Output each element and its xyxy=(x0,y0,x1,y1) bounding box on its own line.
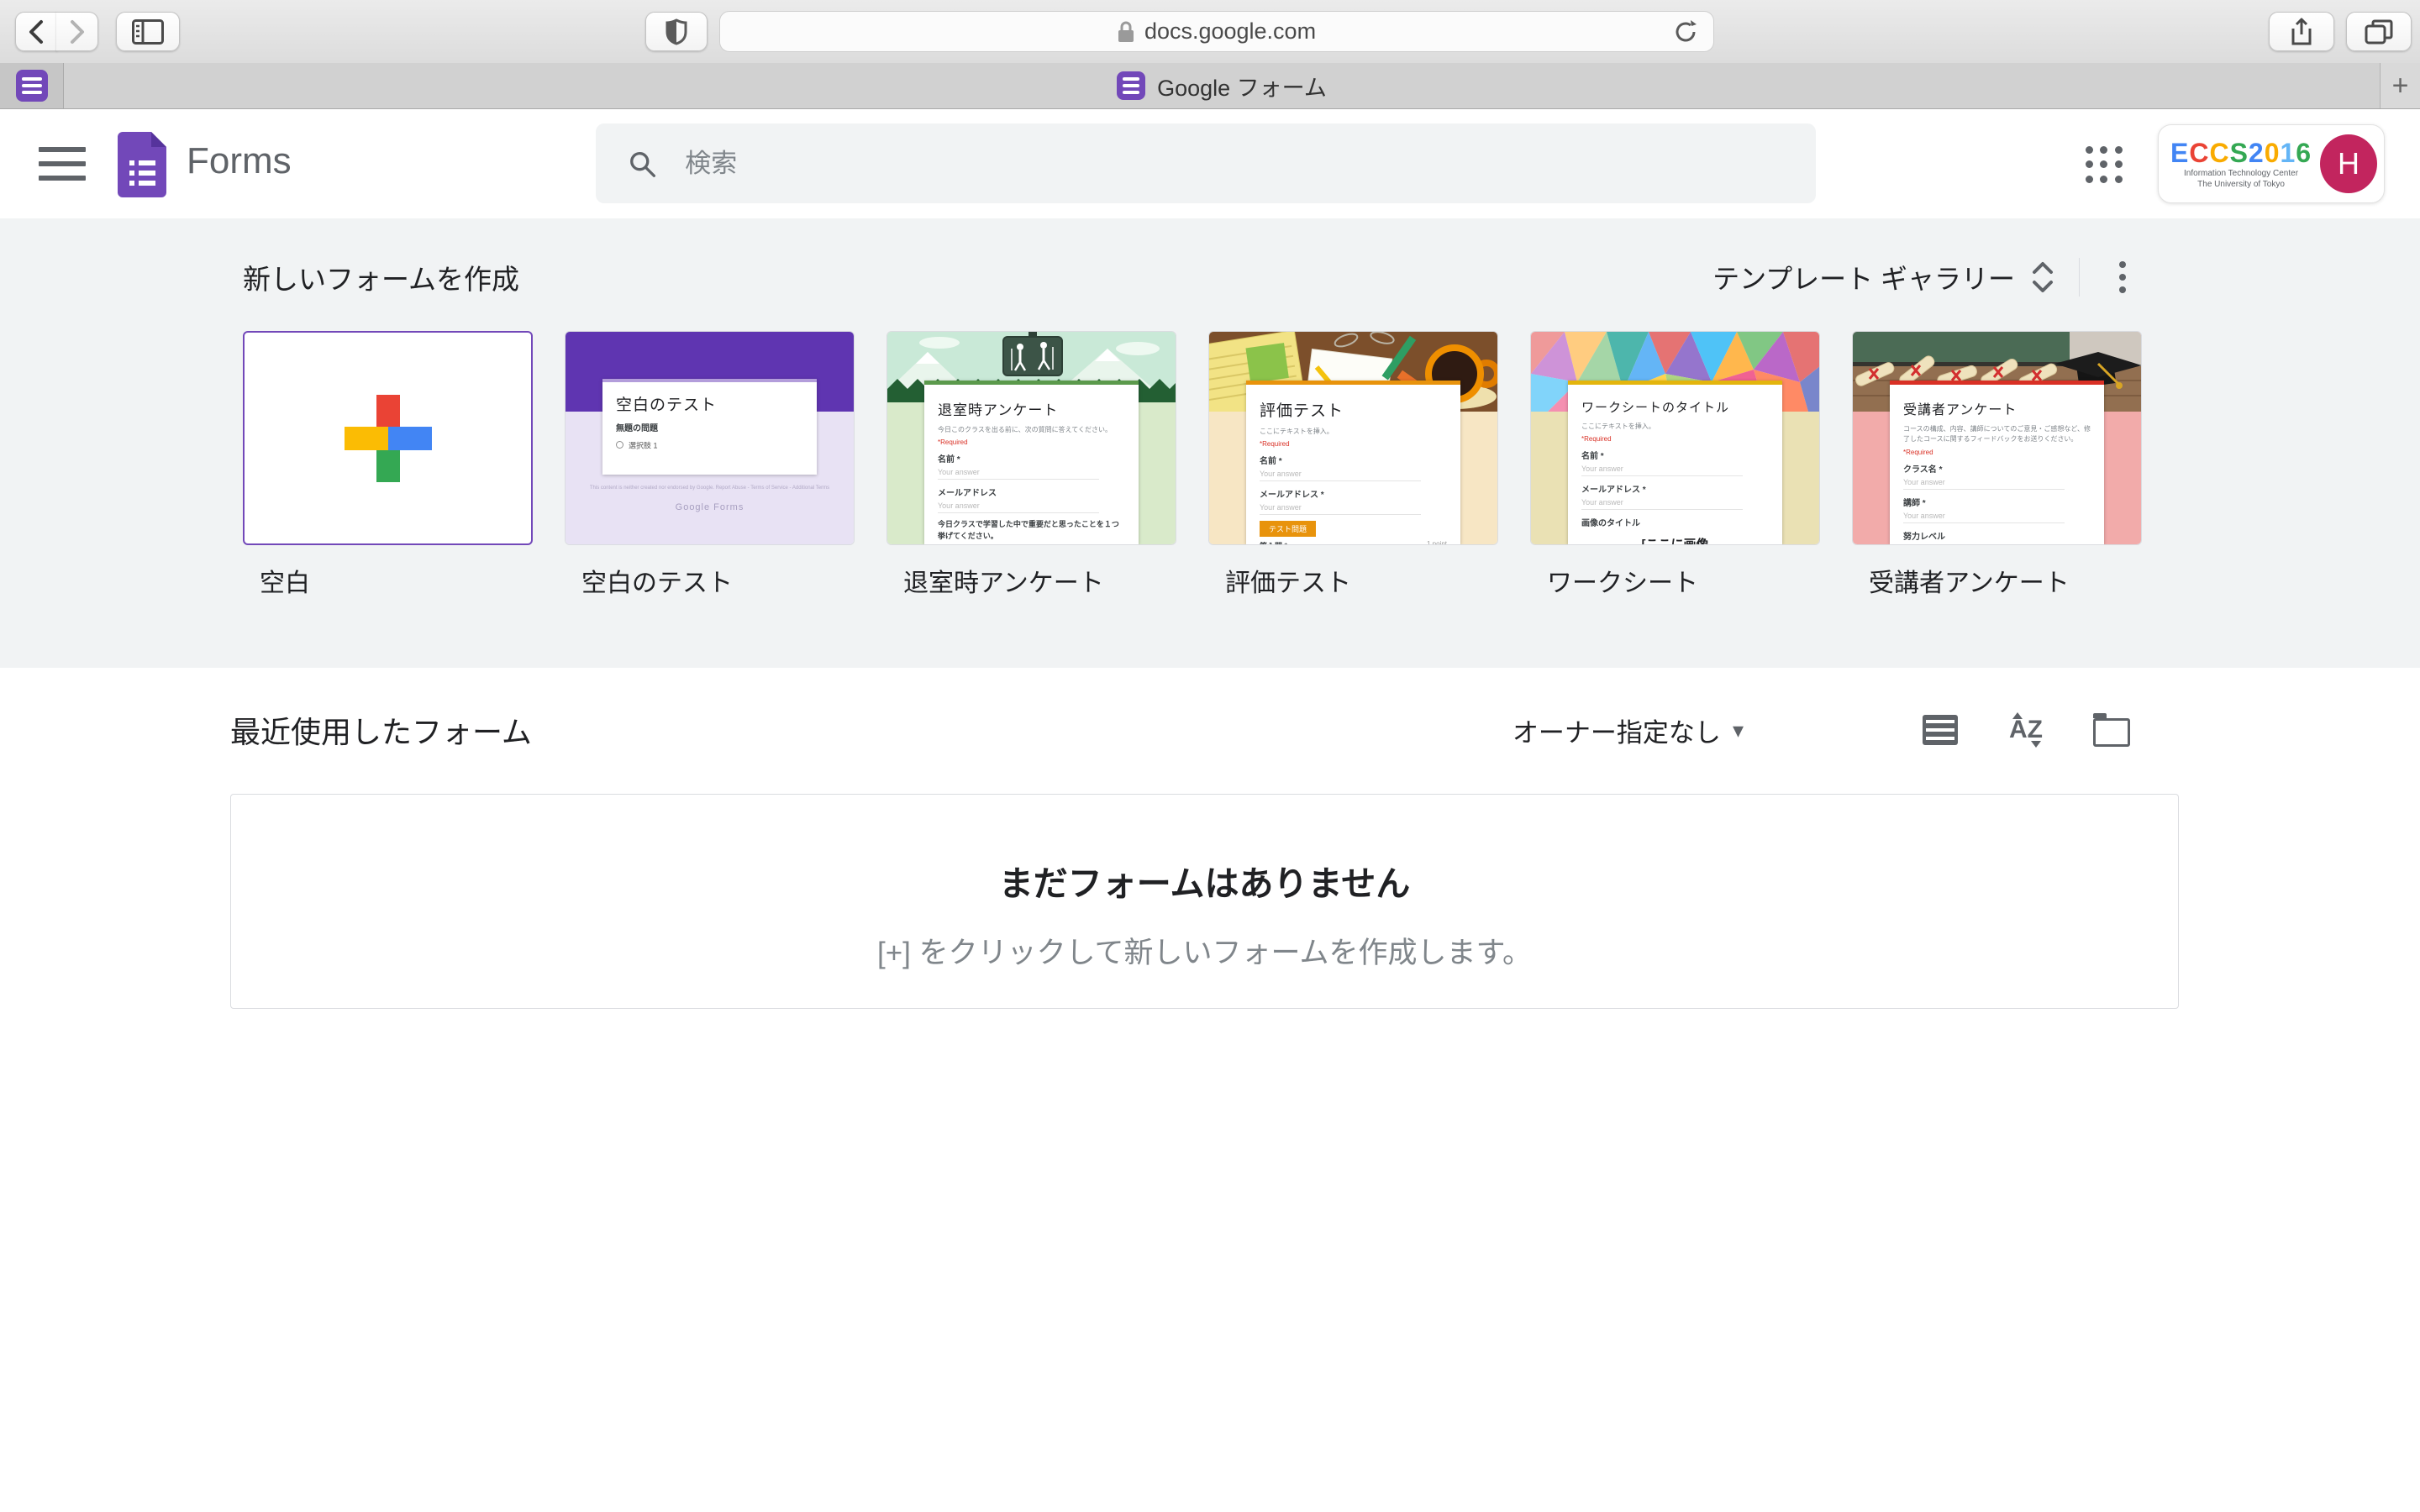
new-tab-button[interactable]: + xyxy=(2380,63,2420,108)
forms-header: Forms ECCS2016 Information Technology Ce… xyxy=(0,109,2420,218)
radio-icon xyxy=(616,441,623,449)
tab-overview-button[interactable] xyxy=(2346,12,2412,51)
list-view-button[interactable] xyxy=(1920,710,1960,750)
list-view-icon xyxy=(1923,715,1958,745)
main-menu-button[interactable] xyxy=(39,141,86,186)
eccs-subtitle-1: Information Technology Center xyxy=(2170,169,2312,180)
tab-title: Google フォーム xyxy=(1157,70,1327,102)
forms-logo-icon[interactable] xyxy=(118,132,166,197)
google-plus-icon xyxy=(345,395,432,482)
refresh-button[interactable] xyxy=(1673,19,1698,45)
forward-button[interactable] xyxy=(56,12,98,51)
search-icon xyxy=(628,149,656,179)
account-card[interactable]: ECCS2016 Information Technology Center T… xyxy=(2158,124,2385,203)
thumb-form-card: 退室時アンケート 今日このクラスを出る前に、次の質問に答えてください。 *Req… xyxy=(924,381,1139,544)
divider xyxy=(2079,258,2080,297)
template-section: 新しいフォームを作成 テンプレート ギャラリー 空白 xyxy=(0,218,2420,668)
folder-icon xyxy=(2093,718,2130,747)
unfold-more-icon xyxy=(2030,260,2055,295)
sidebar-icon xyxy=(132,19,164,45)
template-card-assessment[interactable]: 評価テスト ここにテキストを挿入。 *Required 名前 * Your an… xyxy=(1208,331,1498,545)
thumb-form-card: 評価テスト ここにテキストを挿入。 *Required 名前 * Your an… xyxy=(1246,381,1460,544)
recent-section-title: 最近使用したフォーム xyxy=(230,708,532,752)
template-card-exit-survey[interactable]: 退室時アンケート 今日このクラスを出る前に、次の質問に答えてください。 *Req… xyxy=(886,331,1176,545)
template-label: 空白のテスト xyxy=(581,562,855,599)
template-card-course-evaluation[interactable]: 受講者アンケート コースの構成、内容、講師についてのご意見・ご感想など、修了した… xyxy=(1852,331,2142,545)
template-label: 受講者アンケート xyxy=(1869,562,2142,599)
template-label: 空白 xyxy=(260,562,533,599)
thumb-form-card: 空白のテスト 無題の問題 選択肢 1 xyxy=(602,379,817,475)
sort-az-icon: AZ xyxy=(2009,716,2043,744)
template-gallery-button[interactable]: テンプレート ギャラリー xyxy=(1712,258,2055,297)
template-options-button[interactable] xyxy=(2103,258,2142,297)
hamburger-icon xyxy=(39,147,86,152)
template-label: 退室時アンケート xyxy=(903,562,1176,599)
url-text: docs.google.com xyxy=(1144,18,1316,45)
plus-icon: + xyxy=(2392,70,2409,102)
empty-state-title: まだフォームはありません xyxy=(231,855,2178,906)
thumb-disclaimer: This content is neither created nor endo… xyxy=(582,485,837,491)
refresh-icon xyxy=(1673,19,1698,45)
search-input[interactable] xyxy=(685,149,1784,179)
empty-state: まだフォームはありません [+] をクリックして新しいフォームを作成します。 xyxy=(230,794,2179,1009)
template-gallery-label: テンプレート ギャラリー xyxy=(1712,258,2015,297)
eccs-subtitle-2: The University of Tokyo xyxy=(2170,180,2312,191)
template-cards-row: 空白 空白のテスト 無題の問題 選択肢 1 This content is ne… xyxy=(243,331,2184,599)
template-section-title: 新しいフォームを作成 xyxy=(243,257,519,297)
eccs-logo-text: ECCS2016 xyxy=(2170,138,2312,169)
search-bar[interactable] xyxy=(596,123,1816,203)
forms-favicon-icon xyxy=(1117,71,1145,100)
address-bar[interactable]: docs.google.com xyxy=(719,11,1714,52)
dropdown-arrow-icon: ▾ xyxy=(1733,717,1744,743)
browser-toolbar: docs.google.com xyxy=(0,0,2420,63)
open-file-picker-button[interactable] xyxy=(2091,710,2132,750)
forms-favicon-icon xyxy=(16,70,48,102)
eccs-logo: ECCS2016 Information Technology Center T… xyxy=(2170,138,2312,190)
tabs-overview-icon xyxy=(2365,19,2393,45)
thumb-brand: Google Forms xyxy=(566,502,854,512)
template-card-blank-quiz[interactable]: 空白のテスト 無題の問題 選択肢 1 This content is neith… xyxy=(565,331,855,545)
share-icon xyxy=(2290,18,2313,46)
back-button[interactable] xyxy=(15,12,57,51)
template-card-blank[interactable] xyxy=(243,331,533,545)
thumb-form-card: ワークシートのタイトル ここにテキストを挿入。 *Required 名前 * Y… xyxy=(1568,381,1782,544)
active-tab[interactable]: Google フォーム xyxy=(64,63,2380,108)
template-card-worksheet[interactable]: ワークシートのタイトル ここにテキストを挿入。 *Required 名前 * Y… xyxy=(1530,331,1820,545)
kebab-icon xyxy=(2119,261,2126,268)
sort-button[interactable]: AZ xyxy=(2006,710,2046,750)
apps-grid-icon xyxy=(2086,146,2093,154)
sidebar-toggle-button[interactable] xyxy=(116,12,180,51)
share-button[interactable] xyxy=(2269,12,2334,51)
chevron-left-icon xyxy=(26,18,46,45)
recent-section: 最近使用したフォーム オーナー指定なし ▾ AZ まだフォームはありません [+… xyxy=(0,668,2420,1009)
avatar[interactable]: H xyxy=(2320,134,2377,193)
privacy-report-button[interactable] xyxy=(645,12,708,51)
lock-icon xyxy=(1118,21,1134,43)
template-label: ワークシート xyxy=(1547,562,1820,599)
empty-state-subtitle: [+] をクリックして新しいフォームを作成します。 xyxy=(231,929,2178,972)
app-title: Forms xyxy=(187,140,292,182)
owner-filter-dropdown[interactable]: オーナー指定なし ▾ xyxy=(1512,711,1744,749)
template-label: 評価テスト xyxy=(1225,562,1498,599)
shield-icon xyxy=(666,18,687,45)
thumb-form-card: 受講者アンケート コースの構成、内容、講師についてのご意見・ご感想など、修了した… xyxy=(1890,381,2104,544)
apps-grid-button[interactable] xyxy=(2082,143,2126,186)
chevron-right-icon xyxy=(67,18,87,45)
tab-bar: Google フォーム + xyxy=(0,63,2420,109)
pinned-tab-forms[interactable] xyxy=(0,63,64,108)
